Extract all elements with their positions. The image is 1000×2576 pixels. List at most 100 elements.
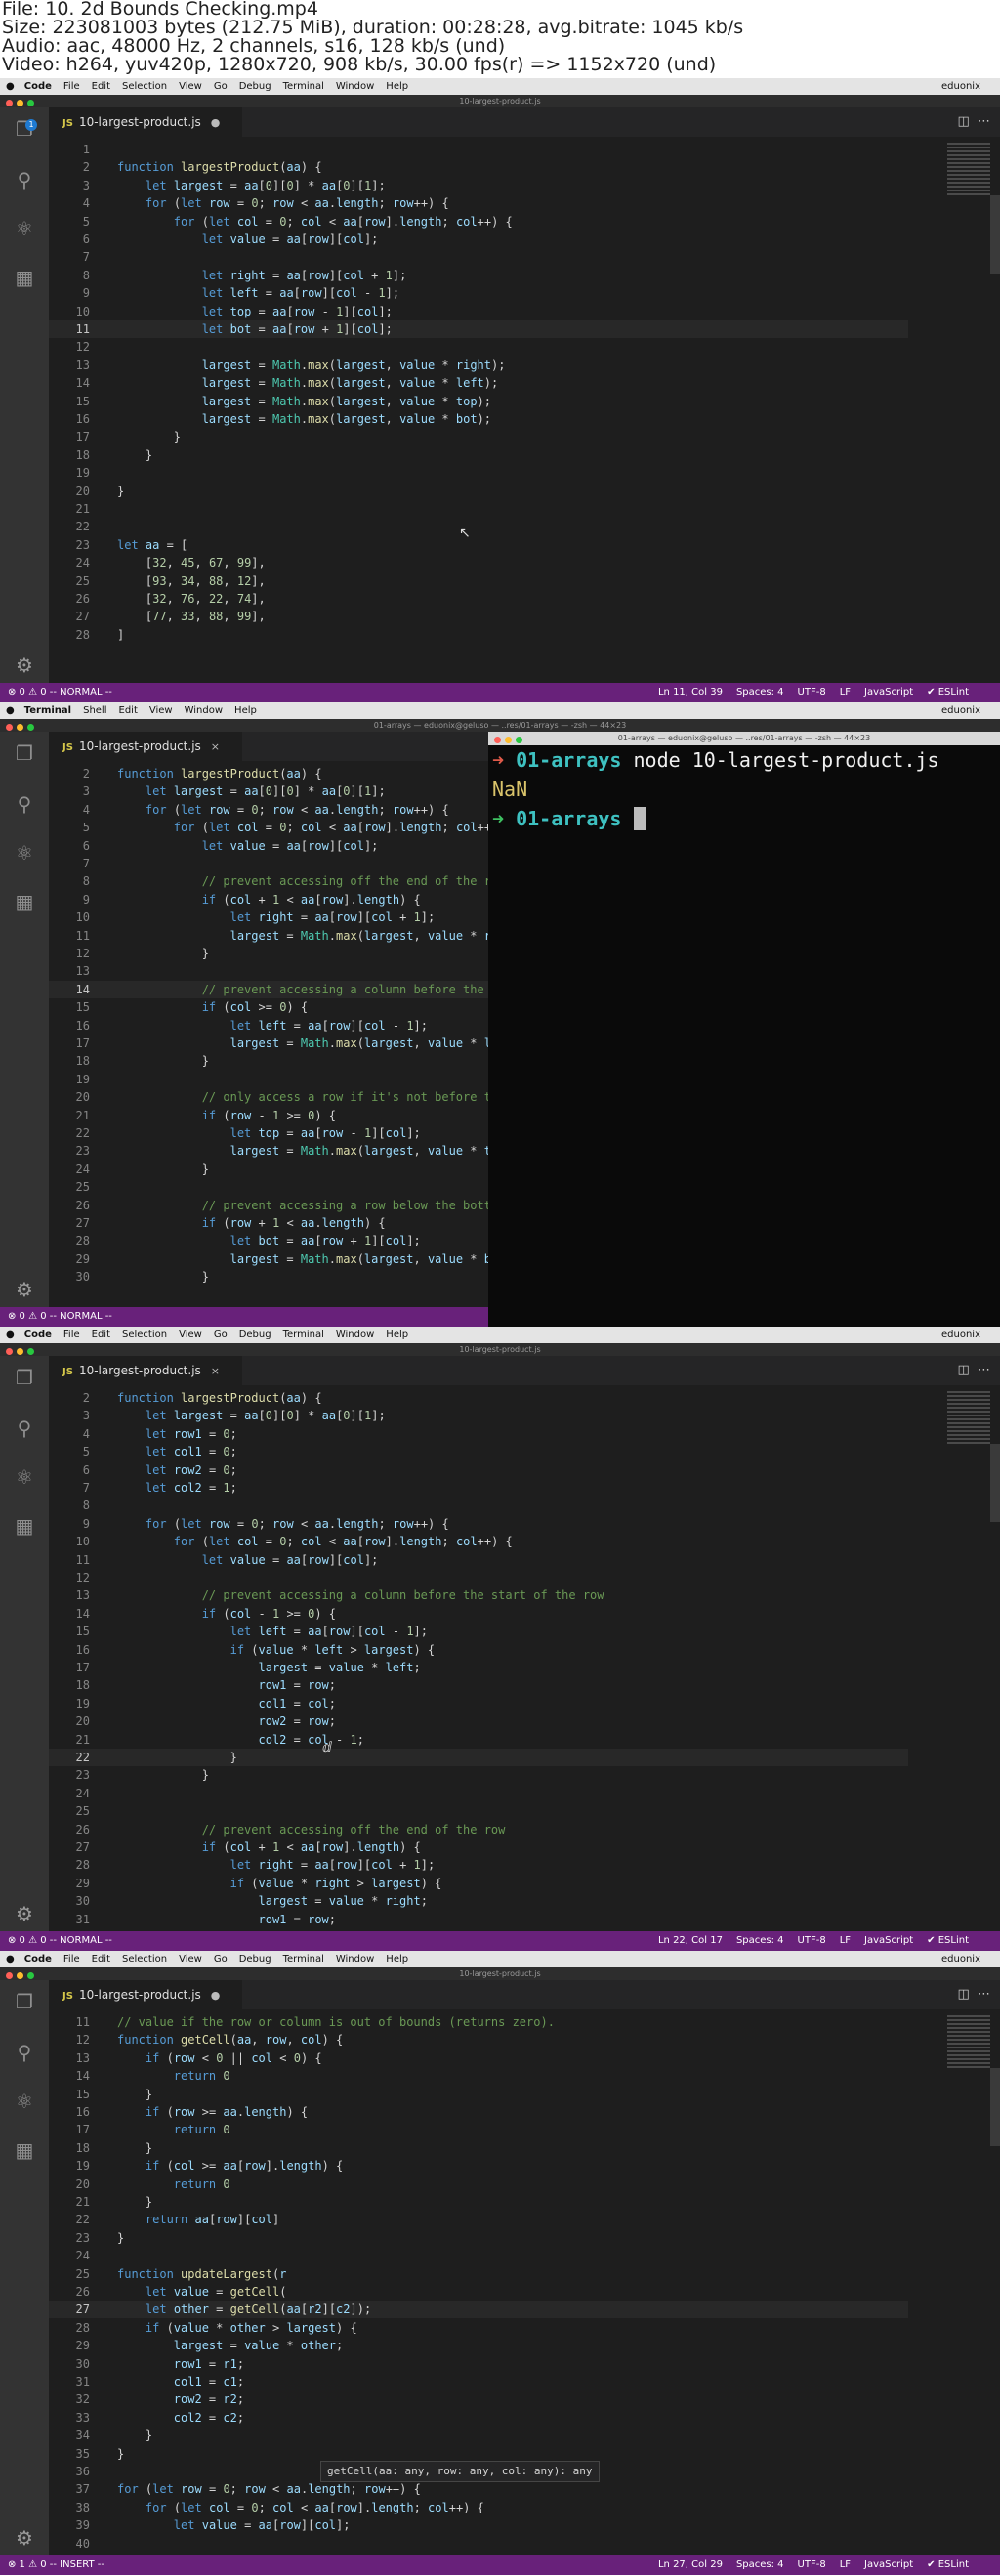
zoom-window-icon[interactable] <box>516 737 522 743</box>
menu-item[interactable]: Selection <box>122 1330 167 1340</box>
settings-gear-icon[interactable]: ⚙ <box>13 1278 36 1301</box>
status-eslint[interactable]: ✔ ESLint <box>927 1935 969 1946</box>
zoom-window-icon[interactable] <box>27 724 34 731</box>
editor-tab[interactable]: JS 10-largest-product.js × <box>49 1356 242 1385</box>
editor-scrollbar[interactable] <box>990 1444 1000 1522</box>
minimize-window-icon[interactable] <box>17 1348 23 1355</box>
menu-app-name[interactable]: Terminal <box>24 705 71 716</box>
menu-item[interactable]: Debug <box>239 1954 271 1964</box>
menu-item[interactable]: View <box>179 81 202 92</box>
menubar-user[interactable]: eduonix <box>941 1327 980 1343</box>
menubar-user[interactable]: eduonix <box>941 1951 980 1967</box>
code-editor[interactable]: 1 2 function largestProduct(aa) {3 let lar… <box>49 137 1000 683</box>
minimize-window-icon[interactable] <box>17 1972 23 1979</box>
status-eslint[interactable]: ✔ ESLint <box>927 687 969 697</box>
apple-icon[interactable]: ● <box>6 81 15 92</box>
search-icon[interactable]: ⚲ <box>13 2041 36 2064</box>
code-editor[interactable]: 2 function largestProduct(aa) {3 let larg… <box>49 1385 1000 1931</box>
menu-item[interactable]: Shell <box>83 705 106 716</box>
menu-item[interactable]: File <box>63 81 80 92</box>
menu-item[interactable]: Go <box>214 1954 228 1964</box>
menu-item[interactable]: Go <box>214 81 228 92</box>
status-language[interactable]: JavaScript <box>864 1935 913 1946</box>
source-control-icon[interactable]: ⚛ <box>13 217 36 240</box>
terminal-window[interactable]: 01-arrays — eduonix@geluso — ..res/01-ar… <box>488 732 1000 1327</box>
status-cursor-position[interactable]: Ln 22, Col 17 <box>658 1935 723 1946</box>
zoom-window-icon[interactable] <box>27 1348 34 1355</box>
menubar-user[interactable]: eduonix <box>941 78 980 95</box>
status-eslint[interactable]: ✔ ESLint <box>927 2559 969 2570</box>
apple-icon[interactable]: ● <box>6 1954 15 1964</box>
settings-gear-icon[interactable]: ⚙ <box>13 654 36 677</box>
status-cursor-position[interactable]: Ln 27, Col 29 <box>658 2559 723 2570</box>
close-window-icon[interactable] <box>6 724 13 731</box>
code-editor[interactable]: 11 // value if the row or column is out o… <box>49 2009 1000 2555</box>
extensions-icon[interactable]: ▦ <box>13 1514 36 1538</box>
menu-item[interactable]: Window <box>336 1330 374 1340</box>
minimize-window-icon[interactable] <box>17 100 23 106</box>
apple-icon[interactable]: ● <box>6 705 15 716</box>
minimap[interactable] <box>947 2015 990 2093</box>
zoom-window-icon[interactable] <box>27 1972 34 1979</box>
menu-item[interactable]: Terminal <box>283 1954 324 1964</box>
menu-item[interactable]: Debug <box>239 81 271 92</box>
status-indentation[interactable]: Spaces: 4 <box>736 2559 784 2570</box>
menu-item[interactable]: Edit <box>92 1330 110 1340</box>
status-language[interactable]: JavaScript <box>864 687 913 697</box>
status-language[interactable]: JavaScript <box>864 2559 913 2570</box>
menu-item[interactable]: Terminal <box>283 81 324 92</box>
editor-scrollbar[interactable] <box>990 2068 1000 2146</box>
explorer-icon[interactable]: ❐ <box>13 1366 36 1389</box>
menu-item[interactable]: Help <box>386 81 408 92</box>
explorer-icon[interactable]: ❐ <box>13 741 36 765</box>
explorer-icon[interactable]: ❐ <box>13 1990 36 2013</box>
status-problems-mode[interactable]: ⊗ 0 ⚠ 0 -- NORMAL -- <box>8 1307 112 1327</box>
menu-app-name[interactable]: Code <box>24 81 52 92</box>
status-eol[interactable]: LF <box>840 687 851 697</box>
status-problems-mode[interactable]: ⊗ 1 ⚠ 0 -- INSERT -- <box>8 2555 104 2575</box>
status-eol[interactable]: LF <box>840 1935 851 1946</box>
extensions-icon[interactable]: ▦ <box>13 2138 36 2162</box>
menu-item[interactable]: Window <box>185 705 223 716</box>
status-problems-mode[interactable]: ⊗ 0 ⚠ 0 -- NORMAL -- <box>8 1931 112 1951</box>
status-encoding[interactable]: UTF-8 <box>798 2559 826 2570</box>
menu-item[interactable]: Help <box>386 1330 408 1340</box>
menu-item[interactable]: Help <box>234 705 257 716</box>
extensions-icon[interactable]: ▦ <box>13 890 36 913</box>
close-window-icon[interactable] <box>6 100 13 106</box>
editor-tab[interactable]: JS 10-largest-product.js × <box>49 732 242 761</box>
terminal-cursor[interactable] <box>633 807 646 830</box>
zoom-window-icon[interactable] <box>27 100 34 106</box>
minimap[interactable] <box>947 1391 990 1469</box>
editor-tab[interactable]: JS 10-largest-product.js ● <box>49 107 242 137</box>
editor-scrollbar[interactable] <box>990 195 1000 274</box>
source-control-icon[interactable]: ⚛ <box>13 1465 36 1489</box>
tab-close-icon[interactable]: × <box>211 1365 220 1377</box>
settings-gear-icon[interactable]: ⚙ <box>13 1902 36 1925</box>
split-editor-icon[interactable]: ◫ ⋯ <box>957 107 990 137</box>
split-editor-icon[interactable]: ◫ ⋯ <box>957 1980 990 2009</box>
close-window-icon[interactable] <box>6 1972 13 1979</box>
source-control-icon[interactable]: ⚛ <box>13 2090 36 2113</box>
menu-item[interactable]: Selection <box>122 1954 167 1964</box>
editor-tab[interactable]: JS 10-largest-product.js ● <box>49 1980 242 2009</box>
status-eol[interactable]: LF <box>840 2559 851 2570</box>
menu-item[interactable]: Debug <box>239 1330 271 1340</box>
menu-app-name[interactable]: Code <box>24 1330 52 1340</box>
menu-item[interactable]: Selection <box>122 81 167 92</box>
extensions-icon[interactable]: ▦ <box>13 266 36 289</box>
menu-item[interactable]: Terminal <box>283 1330 324 1340</box>
status-indentation[interactable]: Spaces: 4 <box>736 687 784 697</box>
search-icon[interactable]: ⚲ <box>13 1416 36 1440</box>
menu-item[interactable]: File <box>63 1954 80 1964</box>
minimap[interactable] <box>947 143 990 221</box>
menu-item[interactable]: Edit <box>119 705 138 716</box>
search-icon[interactable]: ⚲ <box>13 168 36 191</box>
close-window-icon[interactable] <box>494 737 501 743</box>
split-editor-icon[interactable]: ◫ ⋯ <box>957 1356 990 1385</box>
menu-app-name[interactable]: Code <box>24 1954 52 1964</box>
tab-close-icon[interactable]: ● <box>211 116 221 129</box>
search-icon[interactable]: ⚲ <box>13 792 36 816</box>
status-problems-mode[interactable]: ⊗ 0 ⚠ 0 -- NORMAL -- <box>8 683 112 702</box>
minimize-window-icon[interactable] <box>17 724 23 731</box>
